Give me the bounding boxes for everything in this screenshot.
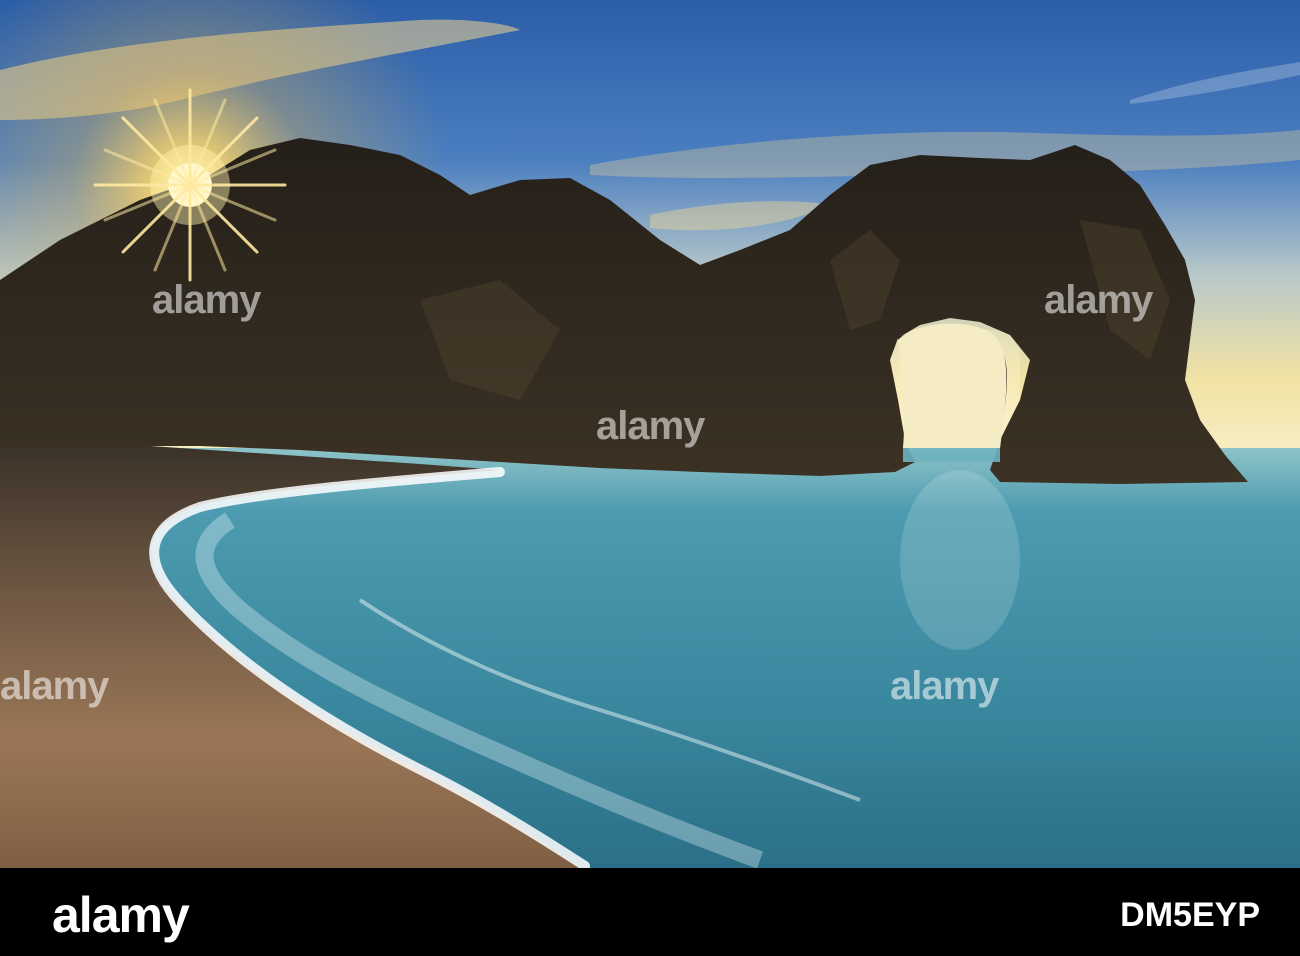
image-id: DM5EYP bbox=[1120, 896, 1260, 934]
watermark-text: alamy bbox=[1044, 278, 1153, 322]
brand-logo: alamy bbox=[52, 887, 190, 943]
watermark-text: alamy bbox=[890, 664, 999, 708]
arch-opening bbox=[898, 323, 1007, 448]
watermark-text: alamy bbox=[152, 278, 261, 322]
sun bbox=[93, 88, 287, 282]
watermark-text: alamy bbox=[596, 404, 705, 448]
footer-bar: alamy DM5EYP bbox=[0, 868, 1300, 956]
watermark-text: alamy bbox=[0, 664, 109, 708]
